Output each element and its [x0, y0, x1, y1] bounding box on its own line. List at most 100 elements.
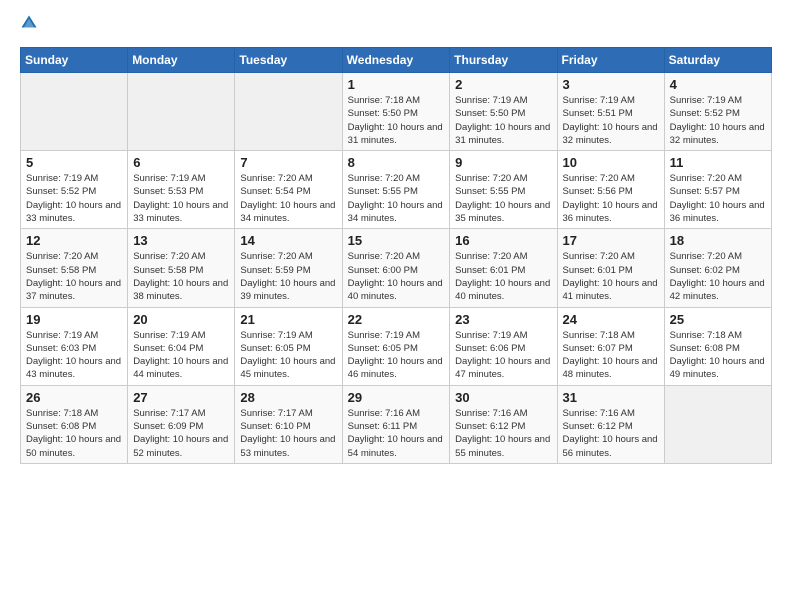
day-info: Sunrise: 7:16 AM Sunset: 6:12 PM Dayligh…	[455, 407, 551, 460]
calendar-cell: 29Sunrise: 7:16 AM Sunset: 6:11 PM Dayli…	[342, 385, 450, 463]
day-number: 11	[670, 155, 766, 170]
weekday-header-saturday: Saturday	[664, 48, 771, 73]
calendar-week-row: 12Sunrise: 7:20 AM Sunset: 5:58 PM Dayli…	[21, 229, 772, 307]
day-number: 13	[133, 233, 229, 248]
calendar-week-row: 5 Sunrise: 7:19 AM Sunset: 5:52 PM Daylig…	[21, 151, 772, 229]
day-number: 24	[563, 312, 659, 327]
day-number: 23	[455, 312, 551, 327]
day-number: 26	[26, 390, 122, 405]
day-info: Sunrise: 7:20 AM Sunset: 5:58 PM Dayligh…	[26, 250, 122, 303]
day-number: 2	[455, 77, 551, 92]
calendar-cell: 23 Sunrise: 7:19 AM Sunset: 6:06 PM Dayli…	[450, 307, 557, 385]
day-info: Sunrise: 7:19 AM Sunset: 6:06 PM Dayligh…	[455, 329, 551, 382]
day-info: Sunrise: 7:17 AM Sunset: 6:09 PM Dayligh…	[133, 407, 229, 460]
day-number: 5	[26, 155, 122, 170]
calendar-cell: 22 Sunrise: 7:19 AM Sunset: 6:05 PM Dayli…	[342, 307, 450, 385]
calendar-cell: 19 Sunrise: 7:19 AM Sunset: 6:03 PM Dayli…	[21, 307, 128, 385]
day-info: Sunrise: 7:20 AM Sunset: 6:02 PM Dayligh…	[670, 250, 766, 303]
day-info: Sunrise: 7:18 AM Sunset: 6:07 PM Dayligh…	[563, 329, 659, 382]
calendar-cell	[235, 73, 342, 151]
calendar-cell	[664, 385, 771, 463]
day-info: Sunrise: 7:19 AM Sunset: 5:52 PM Dayligh…	[670, 94, 766, 147]
day-number: 16	[455, 233, 551, 248]
day-number: 29	[348, 390, 445, 405]
day-info: Sunrise: 7:20 AM Sunset: 5:58 PM Dayligh…	[133, 250, 229, 303]
weekday-header-wednesday: Wednesday	[342, 48, 450, 73]
calendar-cell: 10Sunrise: 7:20 AM Sunset: 5:56 PM Dayli…	[557, 151, 664, 229]
day-info: Sunrise: 7:20 AM Sunset: 5:55 PM Dayligh…	[348, 172, 445, 225]
calendar-cell: 18Sunrise: 7:20 AM Sunset: 6:02 PM Dayli…	[664, 229, 771, 307]
day-info: Sunrise: 7:19 AM Sunset: 5:51 PM Dayligh…	[563, 94, 659, 147]
calendar-cell: 16 Sunrise: 7:20 AM Sunset: 6:01 PM Dayli…	[450, 229, 557, 307]
day-info: Sunrise: 7:18 AM Sunset: 6:08 PM Dayligh…	[26, 407, 122, 460]
calendar-cell: 13 Sunrise: 7:20 AM Sunset: 5:58 PM Dayli…	[128, 229, 235, 307]
calendar-cell: 28 Sunrise: 7:17 AM Sunset: 6:10 PM Dayli…	[235, 385, 342, 463]
day-info: Sunrise: 7:16 AM Sunset: 6:12 PM Dayligh…	[563, 407, 659, 460]
day-number: 28	[240, 390, 336, 405]
day-info: Sunrise: 7:19 AM Sunset: 5:50 PM Dayligh…	[455, 94, 551, 147]
calendar-cell: 31 Sunrise: 7:16 AM Sunset: 6:12 PM Dayli…	[557, 385, 664, 463]
day-number: 14	[240, 233, 336, 248]
day-number: 8	[348, 155, 445, 170]
day-info: Sunrise: 7:19 AM Sunset: 6:03 PM Dayligh…	[26, 329, 122, 382]
calendar-cell: 27 Sunrise: 7:17 AM Sunset: 6:09 PM Dayli…	[128, 385, 235, 463]
calendar-week-row: 26 Sunrise: 7:18 AM Sunset: 6:08 PM Dayli…	[21, 385, 772, 463]
calendar-week-row: 19 Sunrise: 7:19 AM Sunset: 6:03 PM Dayli…	[21, 307, 772, 385]
calendar-cell: 4 Sunrise: 7:19 AM Sunset: 5:52 PM Daylig…	[664, 73, 771, 151]
day-info: Sunrise: 7:17 AM Sunset: 6:10 PM Dayligh…	[240, 407, 336, 460]
day-info: Sunrise: 7:19 AM Sunset: 6:05 PM Dayligh…	[348, 329, 445, 382]
day-info: Sunrise: 7:18 AM Sunset: 5:50 PM Dayligh…	[348, 94, 445, 147]
logo-icon	[20, 14, 38, 32]
day-number: 15	[348, 233, 445, 248]
day-number: 9	[455, 155, 551, 170]
weekday-header-sunday: Sunday	[21, 48, 128, 73]
day-number: 31	[563, 390, 659, 405]
calendar-cell: 9 Sunrise: 7:20 AM Sunset: 5:55 PM Daylig…	[450, 151, 557, 229]
day-info: Sunrise: 7:19 AM Sunset: 5:52 PM Dayligh…	[26, 172, 122, 225]
weekday-header-thursday: Thursday	[450, 48, 557, 73]
calendar-cell: 21 Sunrise: 7:19 AM Sunset: 6:05 PM Dayli…	[235, 307, 342, 385]
day-number: 17	[563, 233, 659, 248]
day-number: 10	[563, 155, 659, 170]
calendar-cell: 8 Sunrise: 7:20 AM Sunset: 5:55 PM Daylig…	[342, 151, 450, 229]
calendar-cell: 15 Sunrise: 7:20 AM Sunset: 6:00 PM Dayli…	[342, 229, 450, 307]
header	[20, 16, 772, 37]
day-info: Sunrise: 7:18 AM Sunset: 6:08 PM Dayligh…	[670, 329, 766, 382]
calendar-cell: 12Sunrise: 7:20 AM Sunset: 5:58 PM Dayli…	[21, 229, 128, 307]
day-info: Sunrise: 7:19 AM Sunset: 5:53 PM Dayligh…	[133, 172, 229, 225]
calendar-cell: 7Sunrise: 7:20 AM Sunset: 5:54 PM Daylig…	[235, 151, 342, 229]
day-info: Sunrise: 7:20 AM Sunset: 6:00 PM Dayligh…	[348, 250, 445, 303]
weekday-header-monday: Monday	[128, 48, 235, 73]
page: SundayMondayTuesdayWednesdayThursdayFrid…	[0, 0, 792, 612]
logo	[20, 16, 40, 37]
day-number: 27	[133, 390, 229, 405]
day-info: Sunrise: 7:19 AM Sunset: 6:05 PM Dayligh…	[240, 329, 336, 382]
calendar-cell: 24 Sunrise: 7:18 AM Sunset: 6:07 PM Dayli…	[557, 307, 664, 385]
day-number: 7	[240, 155, 336, 170]
weekday-header-friday: Friday	[557, 48, 664, 73]
day-number: 19	[26, 312, 122, 327]
day-info: Sunrise: 7:20 AM Sunset: 6:01 PM Dayligh…	[563, 250, 659, 303]
weekday-header-row: SundayMondayTuesdayWednesdayThursdayFrid…	[21, 48, 772, 73]
calendar-cell	[21, 73, 128, 151]
day-number: 30	[455, 390, 551, 405]
calendar-cell: 6 Sunrise: 7:19 AM Sunset: 5:53 PM Daylig…	[128, 151, 235, 229]
calendar-cell: 14Sunrise: 7:20 AM Sunset: 5:59 PM Dayli…	[235, 229, 342, 307]
day-info: Sunrise: 7:20 AM Sunset: 5:55 PM Dayligh…	[455, 172, 551, 225]
calendar-week-row: 1Sunrise: 7:18 AM Sunset: 5:50 PM Daylig…	[21, 73, 772, 151]
day-number: 22	[348, 312, 445, 327]
day-number: 6	[133, 155, 229, 170]
calendar-cell: 1Sunrise: 7:18 AM Sunset: 5:50 PM Daylig…	[342, 73, 450, 151]
day-number: 20	[133, 312, 229, 327]
day-info: Sunrise: 7:20 AM Sunset: 6:01 PM Dayligh…	[455, 250, 551, 303]
calendar-cell: 20Sunrise: 7:19 AM Sunset: 6:04 PM Dayli…	[128, 307, 235, 385]
calendar-cell: 17 Sunrise: 7:20 AM Sunset: 6:01 PM Dayli…	[557, 229, 664, 307]
day-number: 21	[240, 312, 336, 327]
day-number: 25	[670, 312, 766, 327]
calendar-cell: 30 Sunrise: 7:16 AM Sunset: 6:12 PM Dayli…	[450, 385, 557, 463]
calendar-table: SundayMondayTuesdayWednesdayThursdayFrid…	[20, 47, 772, 464]
day-number: 4	[670, 77, 766, 92]
calendar-cell: 11Sunrise: 7:20 AM Sunset: 5:57 PM Dayli…	[664, 151, 771, 229]
calendar-cell: 25 Sunrise: 7:18 AM Sunset: 6:08 PM Dayli…	[664, 307, 771, 385]
calendar-cell	[128, 73, 235, 151]
